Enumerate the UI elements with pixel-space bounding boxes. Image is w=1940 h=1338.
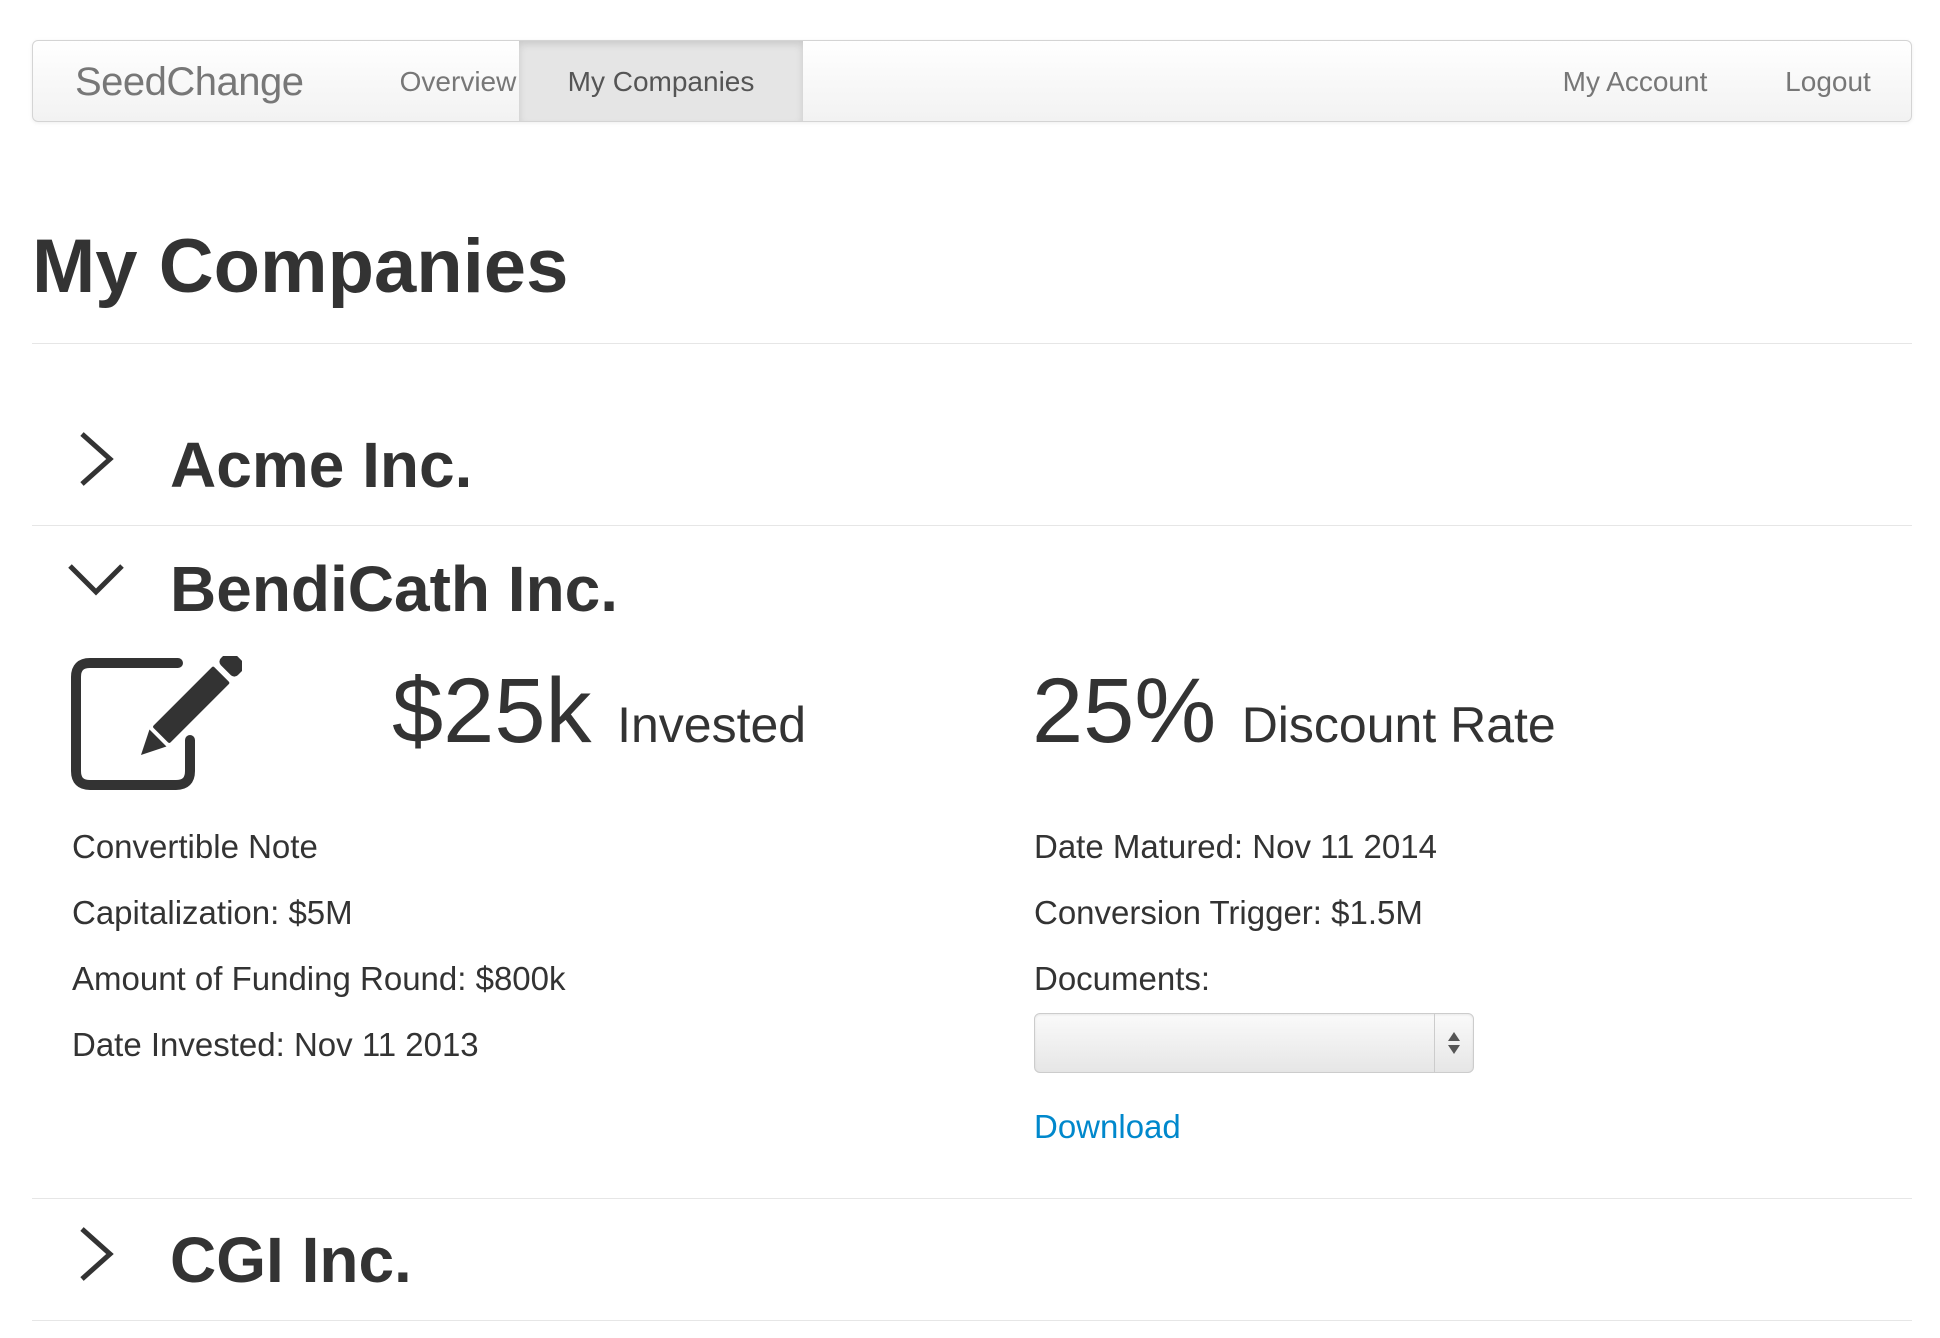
- company-title-acme[interactable]: Acme Inc.: [170, 425, 472, 505]
- top-navbar: SeedChange Overview My Companies My Acco…: [32, 40, 1912, 122]
- detail-date-invested: Date Invested: Nov 11 2013: [72, 1026, 479, 1063]
- nav-logout[interactable]: Logout: [1753, 41, 1903, 121]
- invested-label: Invested: [617, 697, 807, 753]
- documents-label: Documents:: [1034, 960, 1211, 997]
- nav-my-companies[interactable]: My Companies: [519, 41, 803, 121]
- invested-value: $25k: [392, 660, 592, 762]
- row-divider: [32, 525, 1912, 526]
- company-title-bendicath[interactable]: BendiCath Inc.: [170, 549, 618, 629]
- row-divider: [32, 1198, 1912, 1199]
- page-title: My Companies: [32, 224, 569, 309]
- detail-capitalization: Capitalization: $5M: [72, 894, 353, 931]
- detail-conversion-trigger: Conversion Trigger: $1.5M: [1034, 894, 1423, 931]
- detail-note-type: Convertible Note: [72, 828, 318, 865]
- chevron-right-icon[interactable]: [74, 1225, 118, 1283]
- header-divider: [32, 343, 1912, 344]
- detail-date-matured: Date Matured: Nov 11 2014: [1034, 828, 1437, 865]
- company-title-cgi[interactable]: CGI Inc.: [170, 1220, 412, 1300]
- nav-my-account[interactable]: My Account: [1537, 41, 1733, 121]
- chevron-down-icon[interactable]: [66, 560, 126, 600]
- brand-logo[interactable]: SeedChange: [75, 41, 304, 121]
- detail-funding-round: Amount of Funding Round: $800k: [72, 960, 566, 997]
- documents-select[interactable]: [1034, 1013, 1474, 1073]
- discount-value: 25%: [1032, 660, 1217, 762]
- discount-stat: 25% Discount Rate: [1032, 656, 1556, 780]
- chevron-right-icon[interactable]: [74, 430, 118, 488]
- invested-stat: $25k Invested: [392, 656, 806, 780]
- select-arrows-icon: [1434, 1014, 1473, 1072]
- edit-icon[interactable]: [70, 656, 242, 792]
- download-link[interactable]: Download: [1034, 1107, 1181, 1147]
- row-divider: [32, 1320, 1912, 1321]
- discount-label: Discount Rate: [1241, 697, 1556, 753]
